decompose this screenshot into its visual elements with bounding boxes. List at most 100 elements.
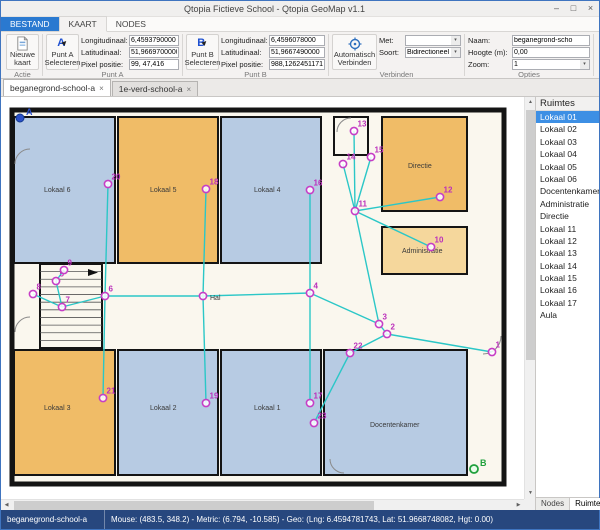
soort-combobox[interactable]: Bidirectioneel▾ bbox=[405, 47, 461, 58]
field-label: Longitudinaal: bbox=[221, 36, 269, 45]
node-number: 13 bbox=[358, 120, 367, 129]
hoogte-label: Hoogte (m): bbox=[468, 48, 512, 57]
room-list-item[interactable]: Lokaal 16 bbox=[536, 284, 599, 296]
room-list-item[interactable]: Lokaal 15 bbox=[536, 272, 599, 284]
room-list-item[interactable]: Lokaal 01 bbox=[536, 111, 599, 123]
room-list-item[interactable]: Lokaal 17 bbox=[536, 297, 599, 309]
document-tabbar: beganegrond-school-a × 1e-verd-school-a … bbox=[1, 79, 599, 97]
marker-a[interactable] bbox=[16, 114, 24, 122]
naam-input[interactable] bbox=[512, 35, 590, 46]
room-label: Administratie bbox=[402, 248, 443, 255]
zoom-combobox[interactable]: 1▾ bbox=[512, 59, 590, 70]
node-number: 16 bbox=[314, 179, 323, 188]
room-list-item[interactable]: Lokaal 11 bbox=[536, 223, 599, 235]
select-point-a-label: Punt A Selecteren bbox=[45, 51, 81, 68]
room-list-item[interactable]: Lokaal 03 bbox=[536, 136, 599, 148]
map-canvas[interactable]: Lokaal 6Lokaal 5Lokaal 4DirectieAdminist… bbox=[1, 97, 535, 510]
node-number: 15 bbox=[375, 146, 384, 155]
ribbon-group-verbinden: Automatisch Verbinden Met: ▾ Soort: Bidi… bbox=[329, 33, 464, 77]
room-list-item[interactable]: Lokaal 02 bbox=[536, 123, 599, 135]
ribbon-tabbar: BESTAND KAART NODES bbox=[1, 17, 599, 32]
marker-b[interactable] bbox=[470, 465, 478, 473]
node-number: 2 bbox=[391, 323, 396, 332]
horizontal-scroll-thumb[interactable] bbox=[14, 501, 374, 510]
group-separator bbox=[593, 34, 594, 76]
room-lokaal-3[interactable] bbox=[14, 350, 115, 475]
room-list-item[interactable]: Lokaal 05 bbox=[536, 161, 599, 173]
group-caption-punt-a: Punt A bbox=[43, 70, 182, 79]
node-number: 9 bbox=[68, 259, 73, 268]
stairwell bbox=[40, 264, 102, 348]
scroll-up-icon[interactable]: ▲ bbox=[525, 97, 535, 108]
room-list-item[interactable]: Lokaal 12 bbox=[536, 235, 599, 247]
punt-a-pixel-input[interactable] bbox=[129, 59, 179, 70]
scrollbar-corner bbox=[524, 499, 535, 510]
auto-connect-button[interactable]: Automatisch Verbinden bbox=[332, 34, 377, 70]
vertical-scrollbar[interactable]: ▲ ▼ bbox=[524, 97, 535, 499]
tab-close-icon[interactable]: × bbox=[99, 84, 104, 93]
naam-label: Naam: bbox=[468, 36, 512, 45]
dropdown-arrow-icon[interactable]: ▾ bbox=[580, 60, 589, 69]
room-list-item[interactable]: Lokaal 14 bbox=[536, 260, 599, 272]
tab-bestand[interactable]: BESTAND bbox=[1, 17, 59, 31]
close-button[interactable]: × bbox=[582, 1, 599, 16]
map-node[interactable] bbox=[199, 292, 206, 299]
maximize-button[interactable]: □ bbox=[565, 1, 582, 16]
room-list-item[interactable]: Administratie bbox=[536, 198, 599, 210]
met-combobox[interactable]: ▾ bbox=[405, 35, 461, 46]
ribbon-group-punt-a: A▶ Punt A Selecteren Longitudinaal: Lati… bbox=[43, 33, 182, 77]
new-map-button[interactable]: Nieuwe kaart bbox=[6, 34, 39, 70]
dropdown-arrow-icon[interactable]: ▾ bbox=[451, 48, 460, 57]
doc-tab-beganegrond[interactable]: beganegrond-school-a × bbox=[3, 79, 111, 96]
room-list-item[interactable]: Lokaal 04 bbox=[536, 148, 599, 160]
room-lokaal-1[interactable] bbox=[221, 350, 321, 475]
room-list-item[interactable]: Lokaal 06 bbox=[536, 173, 599, 185]
panel-bottom-tabs: Nodes Ruimtes bbox=[536, 497, 599, 510]
room-docentenkamer[interactable] bbox=[324, 350, 467, 475]
node-number: 8 bbox=[37, 283, 42, 292]
tab-close-icon[interactable]: × bbox=[187, 85, 192, 94]
field-label: Latitudinaal: bbox=[81, 48, 129, 57]
scroll-right-icon[interactable]: ▶ bbox=[513, 500, 524, 510]
select-point-b-button[interactable]: B▶ Punt B Selecteren bbox=[186, 34, 219, 70]
select-point-a-button[interactable]: A▶ Punt A Selecteren bbox=[46, 34, 79, 70]
room-lokaal-2[interactable] bbox=[118, 350, 218, 475]
node-number: 17 bbox=[314, 392, 323, 401]
vertical-scroll-thumb[interactable] bbox=[526, 110, 535, 360]
room-list-item[interactable]: Lokaal 13 bbox=[536, 247, 599, 259]
select-point-b-label: Punt B Selecteren bbox=[185, 51, 221, 68]
room-label: Lokaal 6 bbox=[44, 187, 71, 194]
horizontal-scrollbar[interactable]: ◀ ▶ bbox=[1, 499, 524, 510]
tab-nodes[interactable]: NODES bbox=[107, 17, 155, 31]
ruimtes-panel: Ruimtes Lokaal 01Lokaal 02Lokaal 03Lokaa… bbox=[535, 97, 599, 510]
scroll-left-icon[interactable]: ◀ bbox=[1, 500, 12, 510]
node-number: 11 bbox=[359, 200, 368, 209]
punt-a-latitude-input[interactable] bbox=[129, 47, 179, 58]
bottom-tab-ruimtes[interactable]: Ruimtes bbox=[570, 498, 600, 510]
minimize-button[interactable]: – bbox=[548, 1, 565, 16]
tab-kaart[interactable]: KAART bbox=[59, 16, 107, 32]
hoogte-input[interactable] bbox=[512, 47, 590, 58]
group-caption-actie: Actie bbox=[3, 70, 42, 80]
gps-icon bbox=[348, 36, 362, 51]
room-label: Lokaal 3 bbox=[44, 405, 71, 412]
node-number: 10 bbox=[435, 236, 444, 245]
room-label: Lokaal 4 bbox=[254, 187, 281, 194]
punt-b-longitude-input[interactable] bbox=[269, 35, 325, 46]
scroll-down-icon[interactable]: ▼ bbox=[525, 488, 535, 499]
group-caption-verbinden: Verbinden bbox=[329, 70, 464, 80]
punt-a-longitude-input[interactable] bbox=[129, 35, 179, 46]
new-map-icon bbox=[15, 36, 30, 51]
dropdown-arrow-icon[interactable]: ▾ bbox=[451, 36, 460, 45]
node-number: 7 bbox=[66, 296, 71, 305]
ruimtes-panel-title: Ruimtes bbox=[536, 97, 599, 111]
ribbon-group-actie: Nieuwe kaart Actie bbox=[3, 33, 42, 77]
punt-b-latitude-input[interactable] bbox=[269, 47, 325, 58]
bottom-tab-nodes[interactable]: Nodes bbox=[536, 498, 570, 510]
room-list-item[interactable]: Docentenkamer bbox=[536, 185, 599, 197]
room-list-item[interactable]: Directie bbox=[536, 210, 599, 222]
punt-b-pixel-input[interactable] bbox=[269, 59, 325, 70]
field-label: Pixel positie: bbox=[221, 60, 269, 69]
room-list-item[interactable]: Aula bbox=[536, 309, 599, 321]
doc-tab-1e-verd[interactable]: 1e-verd-school-a × bbox=[112, 81, 198, 96]
